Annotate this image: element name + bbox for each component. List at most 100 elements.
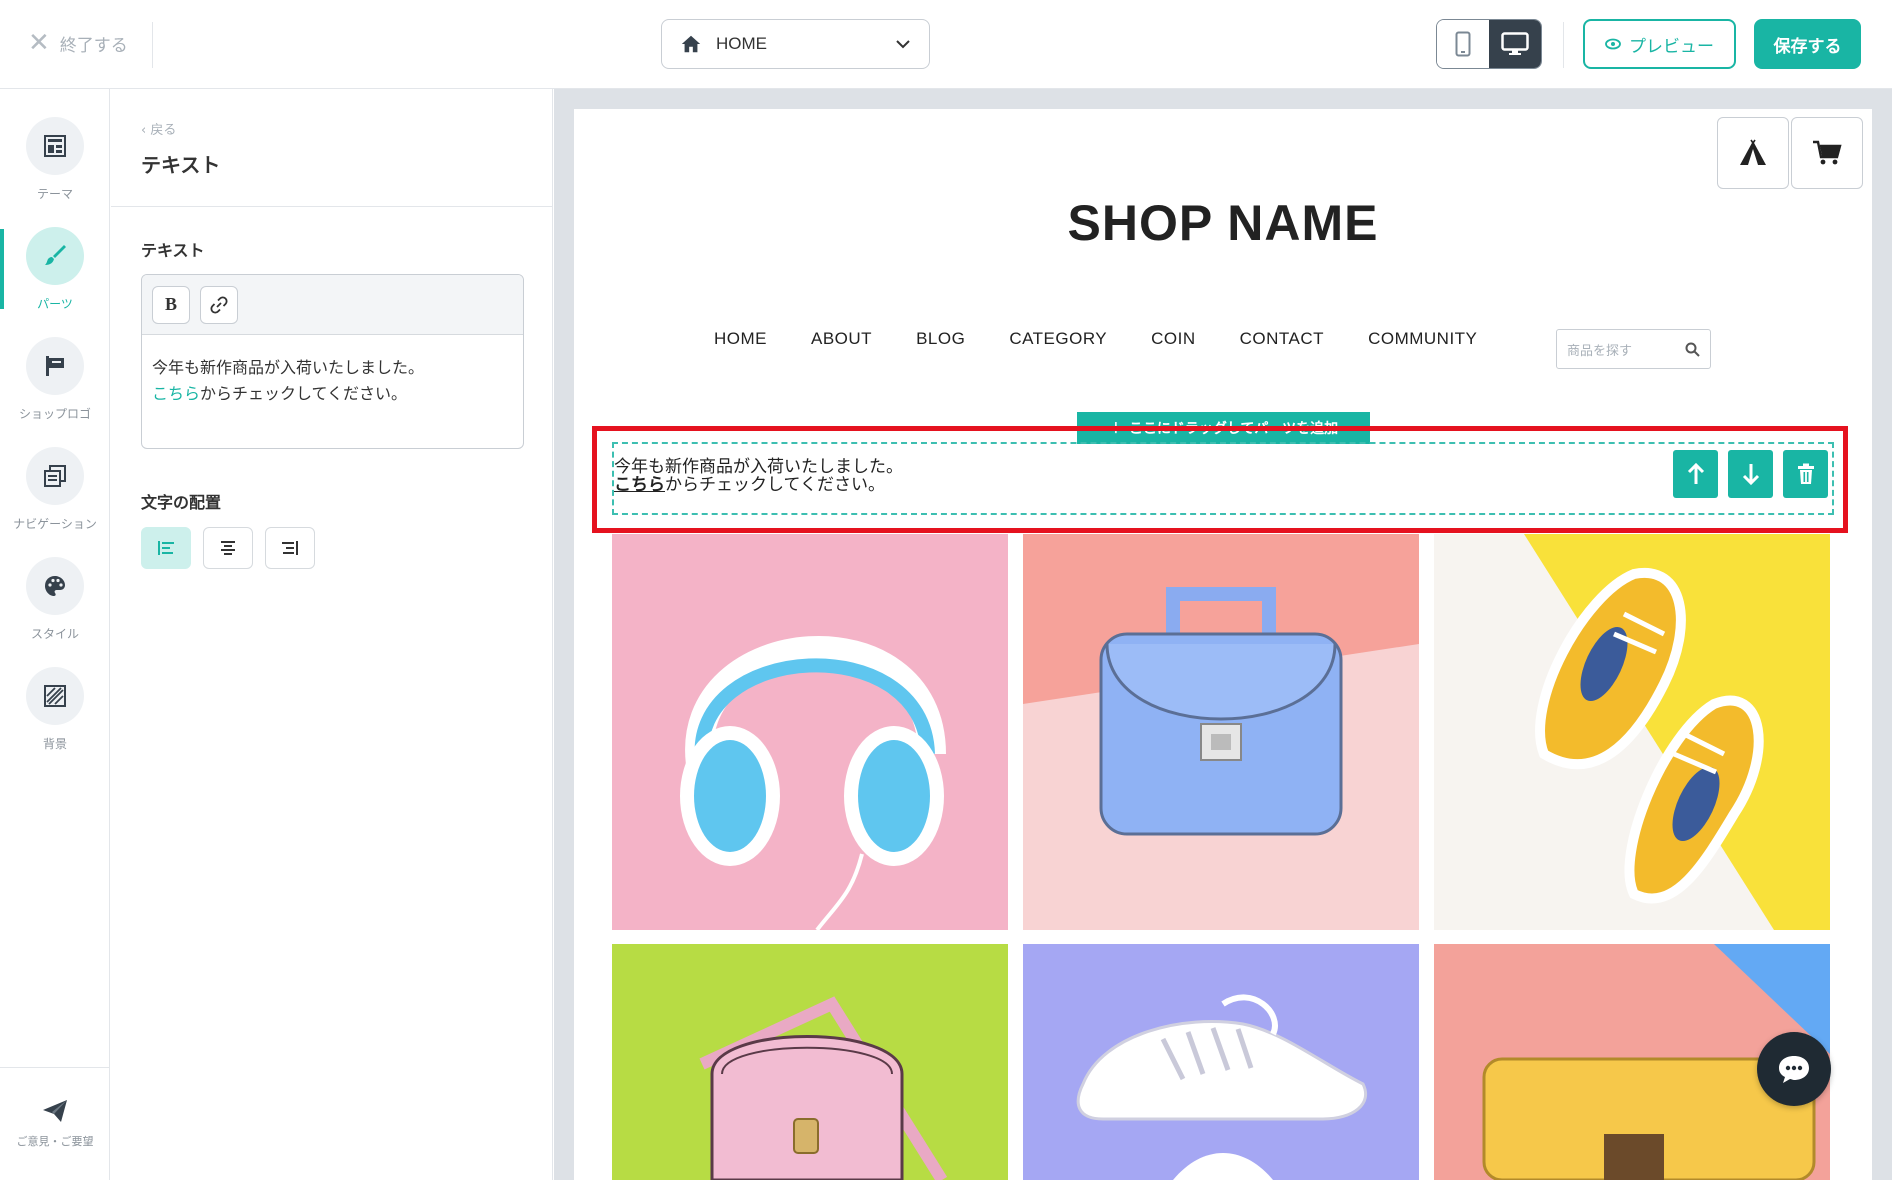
eye-icon [1605,38,1621,50]
nav-blog[interactable]: BLOG [916,329,965,349]
bold-icon: B [164,294,177,314]
rail-item-theme[interactable]: テーマ [0,117,110,217]
pink-bag-image [612,944,1008,1180]
align-left-icon [158,541,174,555]
top-bar: ✕ 終了する HOME プレビュー 保存する [0,0,1892,89]
desktop-view-button[interactable] [1489,20,1541,68]
brush-icon [45,245,66,265]
text-line: 今年も新作商品が入荷いたしました。 [614,457,903,477]
feedback-button[interactable]: ご意見・ご要望 [0,1067,110,1180]
hatch-icon [44,685,66,707]
selected-text-block[interactable]: 今年も新作商品が入荷いたしました。 こちらからチェックしてください。 [612,442,1834,515]
panel-title: テキスト [141,153,221,177]
headphones-image [612,534,1008,930]
layout-icon [44,135,66,157]
cart-button[interactable] [1791,117,1863,189]
align-right-button[interactable] [265,527,315,569]
chevron-down-icon [895,35,911,54]
preview-button[interactable]: プレビュー [1583,19,1736,69]
link-button[interactable] [200,285,238,324]
home-icon [681,35,701,53]
align-center-button[interactable] [203,527,253,569]
tent-icon-button[interactable] [1717,117,1789,189]
align-section-label: 文字の配置 [141,493,222,512]
preview-label: プレビュー [1629,36,1714,57]
editor-line: 今年も新作商品が入荷いたしました。 [152,358,425,377]
rail-item-shop-logo[interactable]: ショップロゴ [0,337,110,437]
cart-icon [1813,140,1842,165]
desktop-icon [1501,32,1529,55]
trash-icon [1797,463,1814,484]
align-right-icon [282,541,298,555]
arrow-up-icon [1687,462,1704,484]
mobile-icon [1455,31,1471,57]
exit-label: 終了する [59,35,128,56]
product-image-handbag[interactable] [1023,534,1419,930]
palette-icon [45,576,65,596]
pages-icon [44,465,66,487]
nav-coin[interactable]: COIN [1151,329,1196,349]
paper-plane-icon [43,1100,67,1122]
page-select-value: HOME [716,34,767,53]
sneakers-image [1434,534,1830,930]
search-icon [1685,342,1700,357]
divider [111,206,553,207]
handbag-image [1023,534,1419,930]
rail-item-label: ナビゲーション [13,517,97,531]
plus-icon: ＋ [1108,421,1123,437]
editor-body[interactable]: 今年も新作商品が入荷いたしました。 こちらからチェックしてください。 [142,335,523,427]
nav-community[interactable]: COMMUNITY [1368,329,1477,349]
rail-item-background[interactable]: 背景 [0,667,110,767]
chat-button[interactable] [1757,1032,1831,1106]
product-image-headphones[interactable] [612,534,1008,930]
text-line: からチェックしてください。 [665,475,885,495]
align-left-button[interactable] [141,527,191,569]
search-placeholder: 商品を探す [1567,343,1633,359]
tent-icon [1740,139,1766,165]
device-toggle [1436,19,1542,69]
link-icon [210,295,228,314]
back-link[interactable]: ‹ 戻る [141,119,176,138]
rich-text-editor: B 今年も新作商品が入荷いたしました。 こちらからチェックしてください。 [141,274,524,449]
rail-item-label: テーマ [36,187,73,201]
settings-panel: ‹ 戻る テキスト テキスト B 今年も新作商品が入荷いたしました。 こちらから… [111,89,553,1180]
product-image-sneakers[interactable] [1434,534,1830,930]
page-select[interactable]: HOME [661,19,930,69]
exit-button[interactable]: ✕ 終了する [28,30,128,56]
divider [152,22,153,68]
rail-item-navigation[interactable]: ナビゲーション [0,447,110,547]
nav-about[interactable]: ABOUT [811,329,872,349]
nav-category[interactable]: CATEGORY [1009,329,1107,349]
arrow-down-icon [1742,464,1759,486]
product-image-pink-bag[interactable] [612,944,1008,1180]
feedback-label: ご意見・ご要望 [16,1135,94,1148]
rail-item-label: パーツ [37,297,73,311]
shop-nav: HOME ABOUT BLOG CATEGORY COIN CONTACT CO… [714,329,1521,349]
save-button[interactable]: 保存する [1754,19,1861,69]
rail-item-style[interactable]: スタイル [0,557,110,657]
text-link[interactable]: こちら [614,475,665,495]
shop-preview-canvas: SHOP NAME HOME ABOUT BLOG CATEGORY COIN … [574,109,1872,1180]
divider [1563,22,1564,68]
align-group [141,527,315,569]
rail-item-parts[interactable]: パーツ [0,227,110,327]
editor-line: からチェックしてください。 [200,384,408,403]
editor-link[interactable]: こちら [152,384,200,403]
text-section-label: テキスト [141,241,205,260]
white-sneaker-image [1023,944,1419,1180]
drop-banner-label: ここにドラッグしてパーツを追加 [1128,421,1339,437]
drop-zone-banner[interactable]: ＋ ここにドラッグしてパーツを追加 [1077,412,1370,444]
rail-item-label: ショップロゴ [18,407,91,421]
product-search-input[interactable]: 商品を探す [1556,329,1711,369]
mobile-view-button[interactable] [1437,20,1489,68]
chevron-left-icon: ‹ [141,123,151,138]
move-up-button[interactable] [1673,450,1718,498]
rail-item-label: スタイル [30,627,79,641]
product-image-white-sneaker[interactable] [1023,944,1419,1180]
delete-block-button[interactable] [1783,450,1828,498]
nav-contact[interactable]: CONTACT [1240,329,1324,349]
bold-button[interactable]: B [152,285,190,324]
move-down-button[interactable] [1728,450,1773,498]
left-rail: テーマ パーツ ショップロゴ ナビゲーション スタイル 背景 ご意見・ご要望 [0,89,110,1180]
nav-home[interactable]: HOME [714,329,767,349]
